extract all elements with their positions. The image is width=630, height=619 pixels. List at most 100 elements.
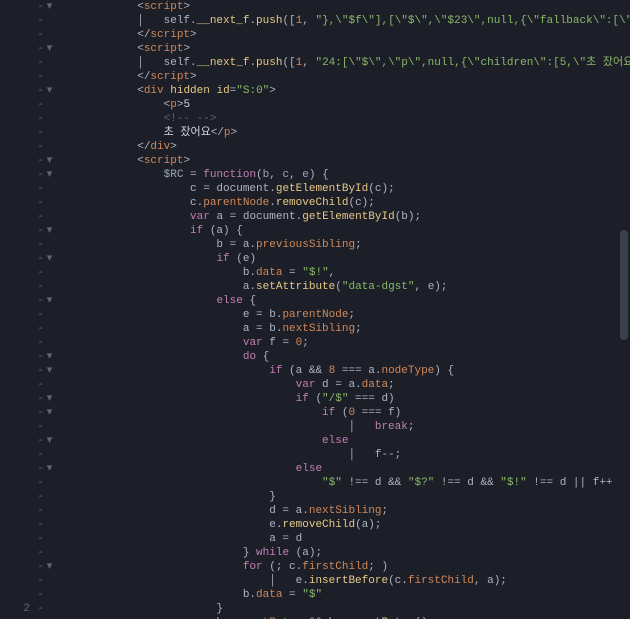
code-area[interactable]: <script> │ self.__next_f.push([1, "},\"$… (54, 0, 630, 619)
code-line[interactable]: c.parentNode.removeChild(c); (58, 196, 630, 210)
fold-row[interactable]: -▾ (36, 406, 54, 420)
code-line[interactable]: b.data = "$!", (58, 266, 630, 280)
fold-caret-icon[interactable]: ▾ (45, 462, 54, 476)
fold-row[interactable]: -▾ (36, 392, 54, 406)
code-line[interactable]: b.data = "$" (58, 588, 630, 602)
fold-row[interactable]: - (36, 476, 54, 490)
fold-caret-icon[interactable]: ▾ (45, 154, 54, 168)
fold-row[interactable]: -▾ (36, 252, 54, 266)
fold-row[interactable]: -▾ (36, 294, 54, 308)
fold-row[interactable]: -▾ (36, 350, 54, 364)
fold-row[interactable]: - (36, 546, 54, 560)
code-line[interactable]: │ self.__next_f.push([1, "24:[\"$\",\"p\… (58, 56, 630, 70)
code-line[interactable]: </div> (58, 140, 630, 154)
fold-row[interactable]: - (36, 532, 54, 546)
code-line[interactable]: "$" !== d && "$?" !== d && "$!" !== d ||… (58, 476, 630, 490)
code-line[interactable]: a = b.nextSibling; (58, 322, 630, 336)
fold-row[interactable]: - (36, 112, 54, 126)
code-line[interactable]: } (58, 490, 630, 504)
fold-caret-icon[interactable]: ▾ (45, 294, 54, 308)
fold-row[interactable]: - (36, 280, 54, 294)
code-line[interactable]: if (0 === f) (58, 406, 630, 420)
code-line[interactable]: $RC = function(b, c, e) { (58, 168, 630, 182)
fold-row[interactable]: -▾ (36, 364, 54, 378)
fold-caret-icon[interactable]: ▾ (45, 350, 54, 364)
fold-row[interactable]: - (36, 336, 54, 350)
code-line[interactable]: b = a.previousSibling; (58, 238, 630, 252)
fold-row[interactable]: - (36, 238, 54, 252)
code-line[interactable]: │ e.insertBefore(c.firstChild, a); (58, 574, 630, 588)
fold-row[interactable]: - (36, 448, 54, 462)
code-line[interactable]: do { (58, 350, 630, 364)
code-line[interactable]: else { (58, 294, 630, 308)
fold-row[interactable]: -▾ (36, 434, 54, 448)
code-line[interactable]: var f = 0; (58, 336, 630, 350)
code-line[interactable]: </script> (58, 70, 630, 84)
fold-row[interactable]: - (36, 602, 54, 616)
fold-row[interactable]: - (36, 210, 54, 224)
fold-row[interactable]: -▾ (36, 168, 54, 182)
code-line[interactable]: <script> (58, 42, 630, 56)
fold-row[interactable]: - (36, 140, 54, 154)
code-line[interactable]: var d = a.data; (58, 378, 630, 392)
code-line[interactable]: if ("/$" === d) (58, 392, 630, 406)
fold-row[interactable]: - (36, 196, 54, 210)
code-line[interactable]: if (e) (58, 252, 630, 266)
vertical-scrollbar-thumb[interactable] (620, 230, 628, 340)
code-line[interactable]: </script> (58, 28, 630, 42)
code-line[interactable]: a = d (58, 532, 630, 546)
fold-row[interactable]: - (36, 266, 54, 280)
fold-row[interactable]: -▾ (36, 0, 54, 14)
fold-caret-icon[interactable]: ▾ (45, 406, 54, 420)
code-line[interactable]: for (; c.firstChild; ) (58, 560, 630, 574)
fold-caret-icon[interactable]: ▾ (45, 42, 54, 56)
code-line[interactable]: } while (a); (58, 546, 630, 560)
code-line[interactable]: c = document.getElementById(c); (58, 182, 630, 196)
code-line[interactable]: else (58, 434, 630, 448)
fold-row[interactable]: - (36, 322, 54, 336)
code-line[interactable]: 초 잤어요</p> (58, 126, 630, 140)
code-line[interactable]: e.removeChild(a); (58, 518, 630, 532)
fold-row[interactable]: - (36, 308, 54, 322)
code-line[interactable]: <p>5 (58, 98, 630, 112)
fold-row[interactable]: - (36, 126, 54, 140)
fold-row[interactable]: - (36, 182, 54, 196)
code-line[interactable]: <script> (58, 0, 630, 14)
fold-row[interactable]: -▾ (36, 154, 54, 168)
fold-row[interactable]: - (36, 504, 54, 518)
fold-row[interactable]: -▾ (36, 560, 54, 574)
fold-caret-icon[interactable]: ▾ (45, 224, 54, 238)
code-line[interactable]: │ break; (58, 420, 630, 434)
fold-caret-icon[interactable]: ▾ (45, 0, 54, 14)
code-line[interactable]: <script> (58, 154, 630, 168)
fold-row[interactable]: - (36, 56, 54, 70)
fold-row[interactable]: - (36, 378, 54, 392)
fold-row[interactable]: - (36, 574, 54, 588)
fold-caret-icon[interactable]: ▾ (45, 364, 54, 378)
fold-row[interactable]: - (36, 98, 54, 112)
fold-caret-icon[interactable]: ▾ (45, 434, 54, 448)
fold-row[interactable]: - (36, 518, 54, 532)
fold-caret-icon[interactable]: ▾ (45, 252, 54, 266)
code-line[interactable]: │ f--; (58, 448, 630, 462)
code-line[interactable]: d = a.nextSibling; (58, 504, 630, 518)
code-line[interactable]: <div hidden id="S:0"> (58, 84, 630, 98)
fold-row[interactable]: - (36, 490, 54, 504)
code-line[interactable]: if (a) { (58, 224, 630, 238)
fold-caret-icon[interactable]: ▾ (45, 560, 54, 574)
fold-caret-icon[interactable]: ▾ (45, 168, 54, 182)
code-line[interactable]: e = b.parentNode; (58, 308, 630, 322)
fold-caret-icon[interactable]: ▾ (45, 84, 54, 98)
fold-row[interactable]: - (36, 70, 54, 84)
fold-row[interactable]: -▾ (36, 224, 54, 238)
fold-row[interactable]: -▾ (36, 42, 54, 56)
code-line[interactable]: var a = document.getElementById(b); (58, 210, 630, 224)
fold-gutter[interactable]: -▾---▾---▾-----▾-▾----▾--▾---▾----▾-▾--▾… (36, 0, 54, 619)
code-line[interactable]: else (58, 462, 630, 476)
code-line[interactable]: <!-- --> (58, 112, 630, 126)
code-line[interactable]: a.setAttribute("data-dgst", e); (58, 280, 630, 294)
fold-row[interactable]: - (36, 588, 54, 602)
code-line[interactable]: │ self.__next_f.push([1, "},\"$f\"],[\"$… (58, 14, 630, 28)
fold-caret-icon[interactable]: ▾ (45, 392, 54, 406)
fold-row[interactable]: -▾ (36, 84, 54, 98)
